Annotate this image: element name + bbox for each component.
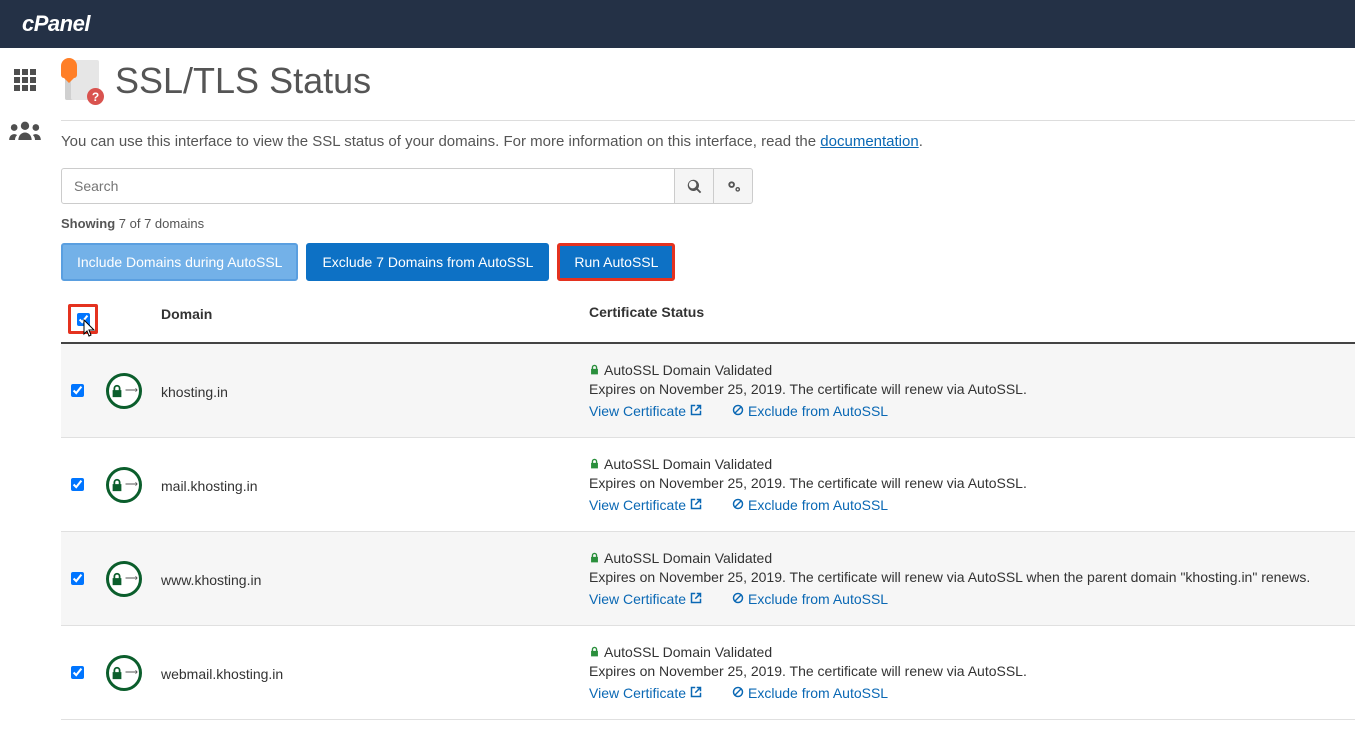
cpanel-logo: cPanel xyxy=(22,11,90,37)
gears-icon xyxy=(726,179,741,194)
nav-users-icon[interactable] xyxy=(0,110,49,150)
table-header: Domain Certificate Status xyxy=(61,295,1355,344)
search-bar xyxy=(61,168,1355,204)
status-expiry: Expires on November 25, 2019. The certif… xyxy=(589,475,1355,491)
lock-status-icon: ⟶ xyxy=(106,655,142,691)
search-input[interactable] xyxy=(61,168,675,204)
side-nav xyxy=(0,48,49,750)
lock-icon xyxy=(589,456,600,472)
column-status: Certificate Status xyxy=(589,304,1355,334)
domain-name: khosting.in xyxy=(161,382,589,400)
ban-icon xyxy=(732,685,744,701)
nav-apps-icon[interactable] xyxy=(0,60,49,100)
run-autossl-button[interactable]: Run AutoSSL xyxy=(557,243,675,281)
lock-icon xyxy=(589,644,600,660)
search-icon xyxy=(687,179,702,194)
domain-name: www.khosting.in xyxy=(161,570,589,588)
row-checkbox[interactable] xyxy=(71,384,84,397)
status-validated: AutoSSL Domain Validated xyxy=(604,550,772,566)
row-checkbox[interactable] xyxy=(71,478,84,491)
row-checkbox[interactable] xyxy=(71,666,84,679)
external-icon xyxy=(690,403,702,419)
view-certificate-link[interactable]: View Certificate xyxy=(589,403,702,419)
intro-text: You can use this interface to view the S… xyxy=(61,133,1355,150)
action-buttons: Include Domains during AutoSSL Exclude 7… xyxy=(61,243,1355,281)
settings-button[interactable] xyxy=(713,168,753,204)
domains-table: Domain Certificate Status ⟶ khosting.in A… xyxy=(61,295,1355,720)
select-all-checkbox[interactable] xyxy=(77,313,90,326)
row-checkbox[interactable] xyxy=(71,572,84,585)
page-header: ? SSL/TLS Status xyxy=(61,60,1355,121)
exclude-from-autossl-link[interactable]: Exclude from AutoSSL xyxy=(732,497,888,513)
lock-icon xyxy=(589,362,600,378)
lock-icon xyxy=(589,550,600,566)
ssl-cert-icon: ? xyxy=(61,60,101,102)
include-domains-button[interactable]: Include Domains during AutoSSL xyxy=(61,243,298,281)
status-expiry: Expires on November 25, 2019. The certif… xyxy=(589,663,1355,679)
table-row: ⟶ webmail.khosting.in AutoSSL Domain Vali… xyxy=(61,626,1355,720)
domain-name: webmail.khosting.in xyxy=(161,664,589,682)
view-certificate-link[interactable]: View Certificate xyxy=(589,497,702,513)
domain-name: mail.khosting.in xyxy=(161,476,589,494)
documentation-link[interactable]: documentation xyxy=(820,133,918,150)
lock-status-icon: ⟶ xyxy=(106,561,142,597)
ban-icon xyxy=(732,591,744,607)
exclude-domains-button[interactable]: Exclude 7 Domains from AutoSSL xyxy=(306,243,549,281)
external-icon xyxy=(690,685,702,701)
status-validated: AutoSSL Domain Validated xyxy=(604,362,772,378)
exclude-from-autossl-link[interactable]: Exclude from AutoSSL xyxy=(732,685,888,701)
lock-status-icon: ⟶ xyxy=(106,373,142,409)
table-row: ⟶ www.khosting.in AutoSSL Domain Validate… xyxy=(61,532,1355,626)
page-title: SSL/TLS Status xyxy=(115,60,371,102)
exclude-from-autossl-link[interactable]: Exclude from AutoSSL xyxy=(732,591,888,607)
view-certificate-link[interactable]: View Certificate xyxy=(589,685,702,701)
exclude-from-autossl-link[interactable]: Exclude from AutoSSL xyxy=(732,403,888,419)
ban-icon xyxy=(732,497,744,513)
showing-count: Showing 7 of 7 domains xyxy=(61,216,1355,231)
external-icon xyxy=(690,591,702,607)
status-validated: AutoSSL Domain Validated xyxy=(604,456,772,472)
status-expiry: Expires on November 25, 2019. The certif… xyxy=(589,569,1355,585)
lock-status-icon: ⟶ xyxy=(106,467,142,503)
table-row: ⟶ khosting.in AutoSSL Domain Validated Exp… xyxy=(61,344,1355,438)
external-icon xyxy=(690,497,702,513)
ban-icon xyxy=(732,403,744,419)
top-header: cPanel xyxy=(0,0,1355,48)
table-row: ⟶ mail.khosting.in AutoSSL Domain Validat… xyxy=(61,438,1355,532)
select-all-highlight xyxy=(68,304,98,334)
status-validated: AutoSSL Domain Validated xyxy=(604,644,772,660)
search-button[interactable] xyxy=(674,168,714,204)
column-domain: Domain xyxy=(161,304,589,334)
view-certificate-link[interactable]: View Certificate xyxy=(589,591,702,607)
status-expiry: Expires on November 25, 2019. The certif… xyxy=(589,381,1355,397)
